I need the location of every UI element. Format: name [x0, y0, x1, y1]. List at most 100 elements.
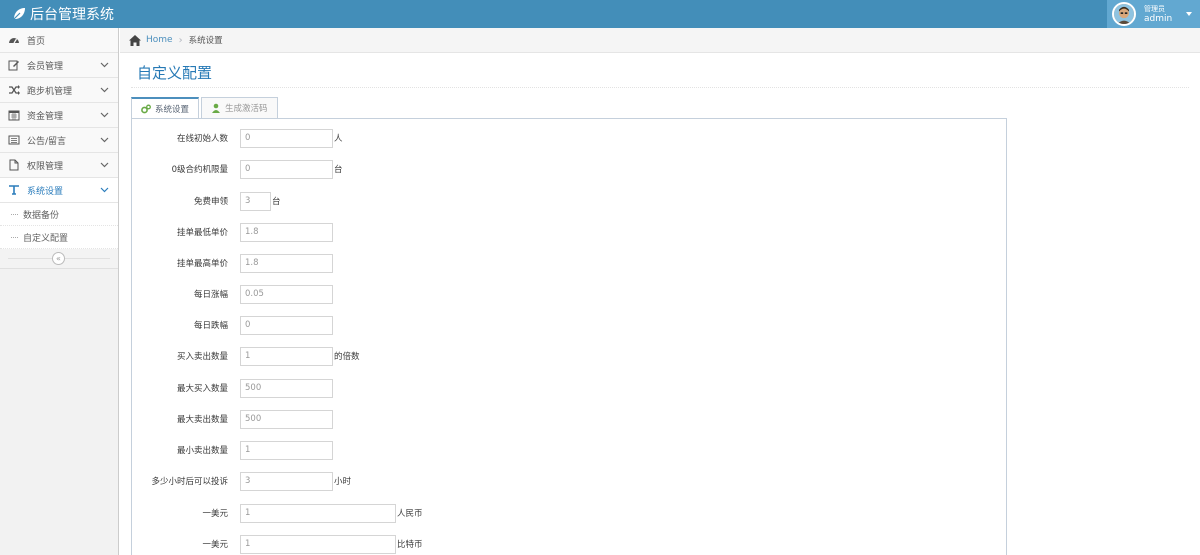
sidebar-item-label: 首页	[27, 36, 46, 47]
breadcrumb-separator: ›	[178, 34, 183, 46]
form-label: 0级合约机限量	[171, 165, 228, 175]
tab-label: 系统设置	[155, 104, 190, 115]
unit-label: 人	[334, 134, 343, 144]
app-title: 后台管理系统	[30, 7, 114, 23]
user-icon	[212, 103, 221, 113]
form-row: 一美元 1 人民币	[131, 503, 423, 523]
usd-to-cny-input[interactable]: 1	[240, 503, 396, 523]
sidebar-item-label: 跑步机管理	[27, 86, 73, 97]
min-order-price-input[interactable]: 1.8	[240, 222, 333, 242]
max-sell-quantity-input[interactable]: 500	[240, 409, 333, 429]
sidebar-item-funds[interactable]: 资金管理	[0, 103, 118, 128]
unit-label: 台	[272, 197, 281, 207]
max-order-price-input[interactable]: 1.8	[240, 253, 333, 273]
file-icon	[8, 159, 20, 171]
form-label: 一美元	[202, 540, 228, 550]
sidebar-item-label: 权限管理	[27, 161, 64, 172]
chevron-down-icon	[100, 112, 109, 118]
form-row: 每日跌幅 0	[131, 315, 334, 335]
usd-to-btc-input[interactable]: 1	[240, 534, 396, 554]
sidebar-item-label: 资金管理	[27, 111, 64, 122]
free-claim-input[interactable]: 3	[240, 191, 271, 211]
level0-machine-limit-input[interactable]: 0	[240, 159, 333, 179]
form-label: 每日跌幅	[193, 321, 228, 331]
sidebar-subitem-custom-config[interactable]: 自定义配置	[0, 226, 118, 249]
sidebar-subitem-backup[interactable]: 数据备份	[0, 203, 118, 226]
chevron-down-icon	[100, 187, 109, 193]
form-label: 最小卖出数量	[176, 446, 228, 456]
breadcrumb-home-link[interactable]: Home	[146, 35, 173, 45]
leaf-icon	[12, 8, 25, 21]
sidebar-subitem-label: 自定义配置	[23, 233, 69, 244]
list-alt-icon	[8, 134, 20, 146]
tab-bar: 系统设置 生成激活码	[131, 97, 280, 119]
form-label: 多少小时后可以投诉	[151, 477, 228, 487]
sidebar-item-treadmill[interactable]: 跑步机管理	[0, 78, 118, 103]
tab-system-settings[interactable]: 系统设置	[131, 97, 200, 119]
sidebar-item-permissions[interactable]: 权限管理	[0, 153, 118, 178]
form-label: 最大卖出数量	[176, 415, 228, 425]
chevron-down-icon	[100, 162, 109, 168]
form-row: 买入卖出数量 1 的倍数	[131, 346, 360, 366]
unit-label: 台	[334, 165, 343, 175]
initial-online-count-input[interactable]: 0	[240, 128, 333, 148]
form-label: 最大买入数量	[176, 384, 228, 394]
sidebar-collapse-row: «	[0, 249, 118, 269]
daily-fall-input[interactable]: 0	[240, 315, 333, 335]
form-label: 挂单最高单价	[176, 259, 228, 269]
form-row: 最小卖出数量 1	[131, 440, 334, 460]
top-navbar: 后台管理系统 管理员 admin	[0, 0, 1200, 28]
user-role: 管理员	[1144, 5, 1165, 13]
form-row: 一美元 1 比特币	[131, 534, 423, 554]
sidebar-item-home[interactable]: 首页	[0, 28, 118, 53]
brand[interactable]: 后台管理系统	[12, 4, 114, 24]
breadcrumb: Home › 系统设置	[120, 28, 1200, 53]
form-row: 在线初始人数 0 人	[131, 128, 343, 148]
chevron-down-icon	[100, 137, 109, 143]
form-label: 买入卖出数量	[176, 352, 228, 362]
collapse-sidebar-button[interactable]: «	[52, 252, 65, 265]
form-row: 挂单最低单价 1.8	[131, 222, 334, 242]
calendar-icon	[8, 109, 20, 121]
unit-label: 小时	[334, 477, 352, 487]
daily-rise-input[interactable]: 0.05	[240, 284, 333, 304]
sidebar-item-settings[interactable]: 系统设置	[0, 178, 118, 203]
sidebar-item-members[interactable]: 会员管理	[0, 53, 118, 78]
max-buy-quantity-input[interactable]: 500	[240, 378, 333, 398]
trade-quantity-multiple-input[interactable]: 1	[240, 346, 333, 366]
page-title: 自定义配置	[137, 64, 213, 82]
form-row: 最大买入数量 500	[131, 378, 334, 398]
sidebar: 首页 会员管理 跑步机管理 资金管理 公告/留言 权限管理 系统设置 数据备份 …	[0, 28, 119, 555]
form-row: 每日涨幅 0.05	[131, 284, 334, 304]
tab-label: 生成激活码	[225, 104, 268, 114]
dashboard-icon	[8, 34, 20, 46]
divider	[131, 87, 1189, 88]
form-row: 最大卖出数量 500	[131, 409, 334, 429]
home-icon	[129, 34, 141, 46]
tab-generate-activation-code[interactable]: 生成激活码	[201, 97, 278, 119]
user-menu[interactable]: 管理员 admin	[1107, 0, 1200, 28]
chevron-down-icon	[100, 62, 109, 68]
unit-label: 比特币	[397, 540, 423, 550]
min-sell-quantity-input[interactable]: 1	[240, 440, 333, 460]
form-label: 一美元	[202, 509, 228, 519]
complaint-hours-input[interactable]: 3	[240, 471, 333, 491]
avatar	[1112, 2, 1136, 26]
form-row: 挂单最高单价 1.8	[131, 253, 334, 273]
unit-label: 人民币	[397, 509, 423, 519]
unit-label: 的倍数	[334, 352, 360, 362]
caret-down-icon	[1186, 12, 1192, 16]
form-label: 免费申领	[193, 197, 228, 207]
edit-icon	[8, 59, 20, 71]
form-row: 免费申领 3 台	[131, 191, 281, 211]
form-row: 多少小时后可以投诉 3 小时	[131, 471, 351, 491]
sidebar-item-notice[interactable]: 公告/留言	[0, 128, 118, 153]
sidebar-subitem-label: 数据备份	[23, 210, 60, 221]
text-width-icon	[8, 184, 20, 196]
form-row: 0级合约机限量 0 台	[131, 159, 343, 179]
user-name: admin	[1144, 14, 1173, 24]
form-label: 在线初始人数	[176, 134, 228, 144]
chevron-down-icon	[100, 87, 109, 93]
form-label: 每日涨幅	[193, 290, 228, 300]
breadcrumb-current: 系统设置	[188, 36, 223, 46]
